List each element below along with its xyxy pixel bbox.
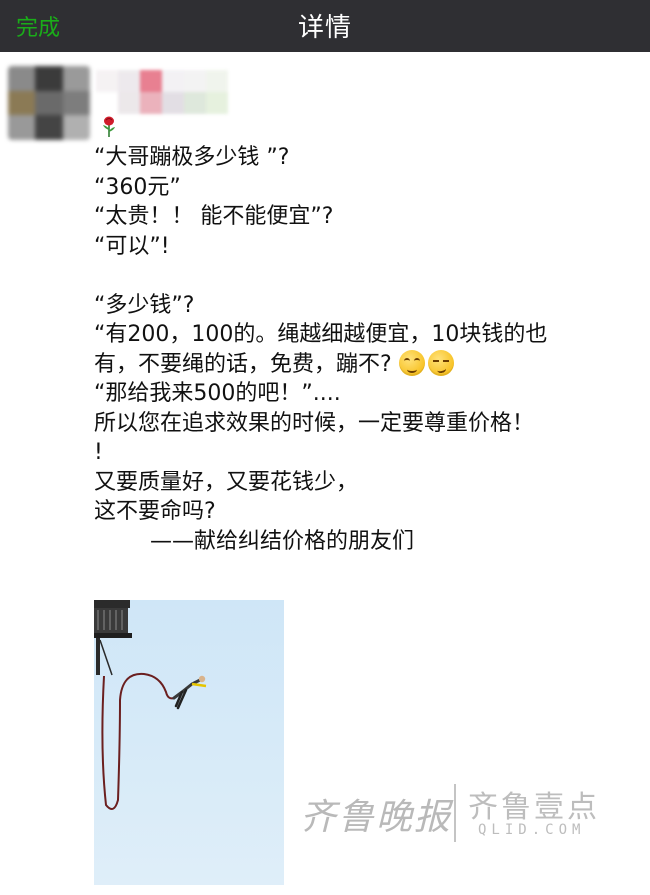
post-signature: ——献给纠结价格的朋友们 bbox=[94, 528, 414, 554]
post-line-text: 有，不要绳的话，免费，蹦不? bbox=[94, 351, 392, 377]
watermark-url: QLID.COM bbox=[478, 822, 586, 838]
watermark-left: 齐鲁晚报 bbox=[300, 797, 453, 838]
navbar: 完成 详情 bbox=[0, 0, 650, 52]
post-line: 这不要命吗? bbox=[94, 499, 216, 524]
rose-icon bbox=[103, 116, 115, 137]
post-line: 又要质量好，又要花钱少， bbox=[94, 469, 359, 495]
watermark: 齐鲁晚报 齐鲁壹点 QLID.COM bbox=[296, 782, 616, 842]
bungee-illustration bbox=[94, 600, 207, 810]
post-line: ! bbox=[94, 440, 103, 465]
post-line: 所以您在追求效果的时候，一定要尊重价格！ bbox=[94, 410, 535, 436]
page-title: 详情 bbox=[297, 13, 352, 43]
post-line: “多少钱”? bbox=[94, 292, 195, 318]
smirk-face-icon bbox=[427, 349, 454, 376]
post-content: “大哥蹦极多少钱 ”? “360元” “太贵！！ 能不能便宜”? “可以”! “… bbox=[94, 143, 634, 556]
post-line: “大哥蹦极多少钱 ”? bbox=[94, 145, 290, 170]
post-line-with-emoji: 有，不要绳的话，免费，蹦不? bbox=[94, 349, 634, 380]
post-line: “可以”! bbox=[94, 233, 170, 259]
grin-face-icon bbox=[398, 349, 425, 376]
watermark-right: 齐鲁壹点 bbox=[468, 790, 600, 825]
post-line: “有200，100的。绳越细越便宜，10块钱的也 bbox=[94, 322, 548, 347]
avatar[interactable] bbox=[8, 66, 90, 140]
post-line: “360元” bbox=[94, 174, 181, 200]
post-line bbox=[94, 261, 634, 291]
post-line: “那给我来500的吧！”.... bbox=[94, 381, 341, 406]
post-line: “太贵！！ 能不能便宜”? bbox=[94, 204, 334, 229]
nickname-mosaic[interactable] bbox=[96, 70, 228, 114]
bungee-photo[interactable] bbox=[94, 600, 284, 885]
watermark-divider bbox=[454, 784, 456, 842]
